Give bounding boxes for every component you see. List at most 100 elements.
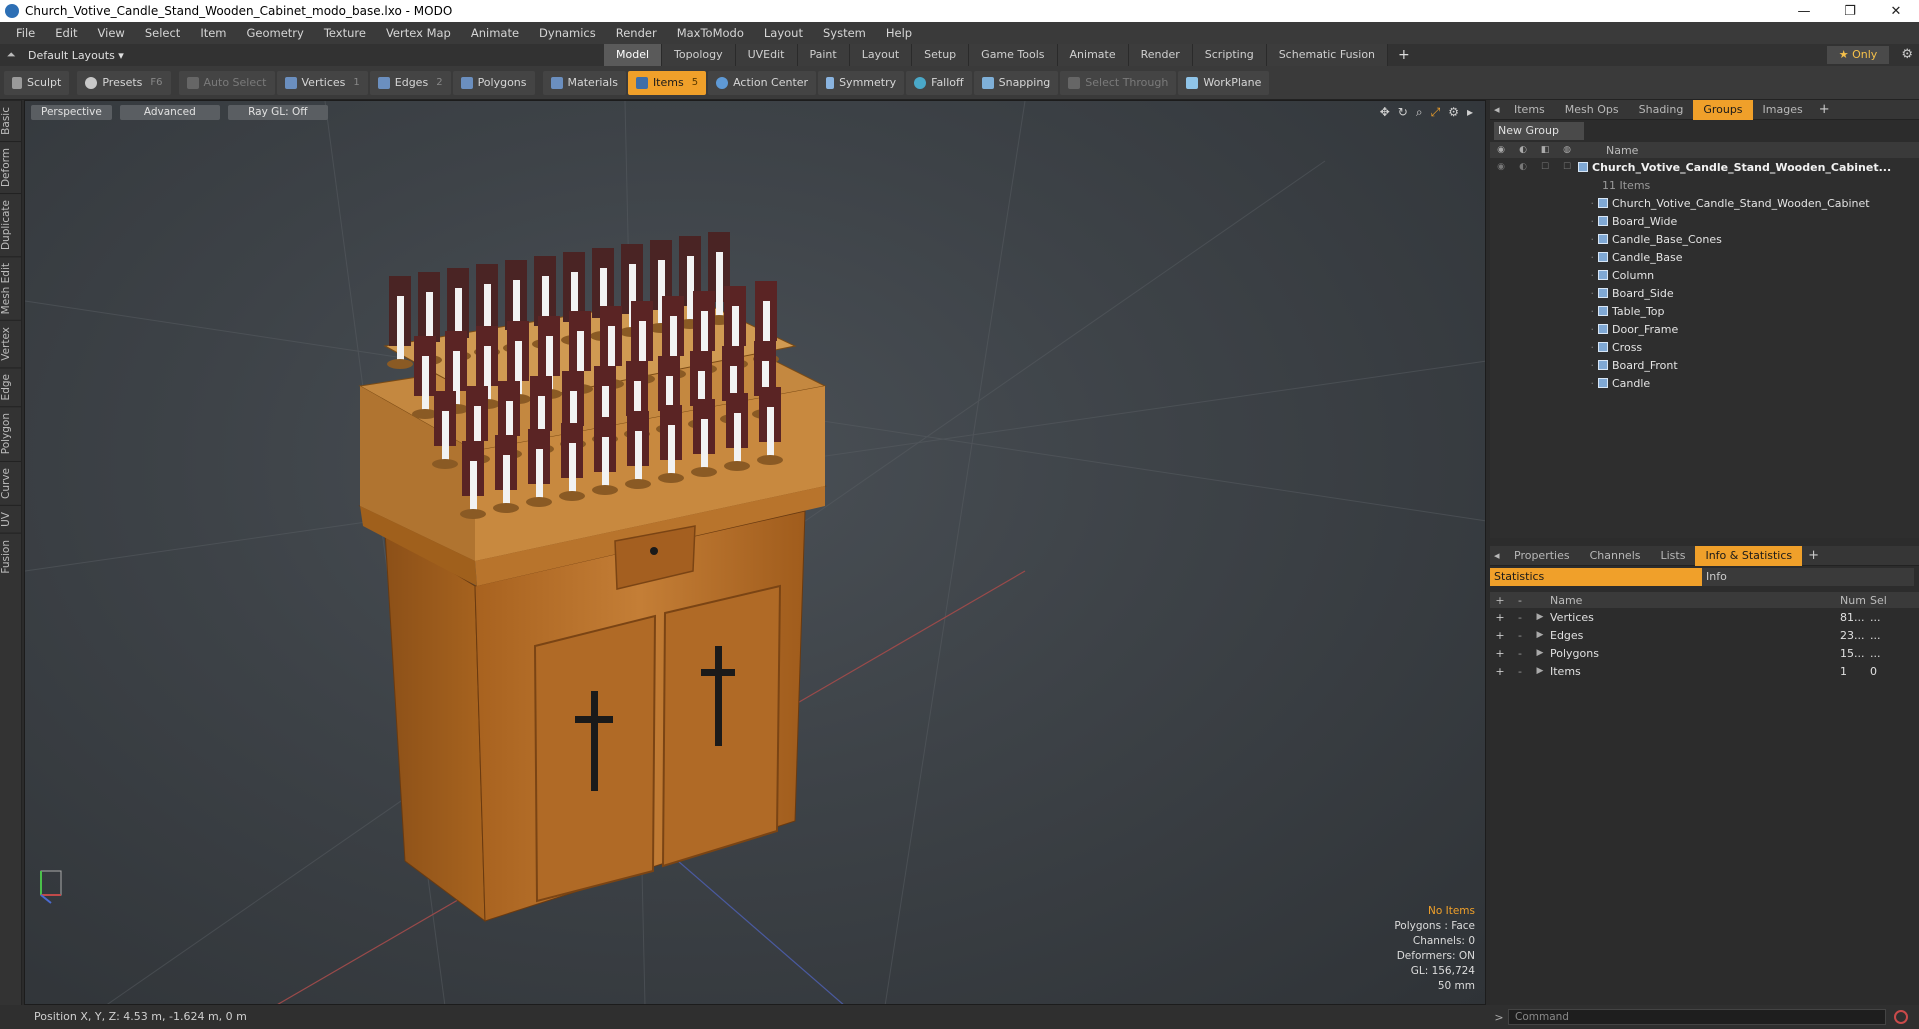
group-child-row[interactable]: · Candle_Base_Cones [1490, 230, 1919, 248]
tab-properties[interactable]: Properties [1504, 546, 1580, 566]
materials-button[interactable]: Materials [542, 70, 626, 95]
tab-layout[interactable]: Layout [849, 44, 913, 66]
falloff-button[interactable]: Falloff [906, 70, 972, 95]
menu-select[interactable]: Select [135, 26, 190, 40]
visibility-eye-icon[interactable]: ◉ [1490, 162, 1512, 172]
menu-animate[interactable]: Animate [461, 26, 529, 40]
tab-render[interactable]: Render [1128, 44, 1193, 66]
expand-arrow-icon[interactable]: ▶ [1530, 612, 1550, 622]
add-panel-tab-button[interactable]: + [1813, 102, 1836, 117]
menu-view[interactable]: View [88, 26, 135, 40]
vertices-button[interactable]: Vertices 1 [276, 70, 368, 95]
remove-icon[interactable]: - [1510, 611, 1530, 624]
menu-layout[interactable]: Layout [754, 26, 813, 40]
add-bottom-tab-button[interactable]: + [1802, 548, 1825, 563]
snapping-button[interactable]: Snapping [973, 70, 1059, 95]
add-icon[interactable]: + [1490, 647, 1510, 660]
tab-schematic-fusion[interactable]: Schematic Fusion [1266, 44, 1389, 66]
vtab-mesh-edit[interactable]: Mesh Edit [0, 255, 22, 321]
vtab-edge[interactable]: Edge [0, 366, 22, 407]
stats-row[interactable]: + - ▶ Vertices 81...... [1490, 608, 1919, 626]
layout-expand-icon[interactable]: ⏶ [0, 48, 22, 62]
menu-dynamics[interactable]: Dynamics [529, 26, 606, 40]
menu-render[interactable]: Render [606, 26, 667, 40]
tab-game-tools[interactable]: Game Tools [969, 44, 1058, 66]
tab-paint[interactable]: Paint [797, 44, 850, 66]
group-child-row[interactable]: · Board_Wide [1490, 212, 1919, 230]
presets-button[interactable]: Presets F6 [77, 70, 171, 95]
stats-row[interactable]: + - ▶ Items 1 0 [1490, 662, 1919, 680]
action-center-button[interactable]: Action Center [708, 70, 817, 95]
vtab-uv[interactable]: UV [0, 504, 22, 533]
bottom-panel-menu-icon[interactable]: ◂ [1490, 546, 1504, 566]
select-col-icon[interactable]: ◍ [1556, 145, 1578, 155]
symmetry-button[interactable]: Symmetry [818, 70, 905, 95]
group-child-row[interactable]: · Door_Frame [1490, 320, 1919, 338]
viewport-settings-icon[interactable]: ⚙ [1448, 105, 1459, 120]
tab-model[interactable]: Model [604, 44, 663, 66]
stats-row[interactable]: + - ▶ Polygons 15...... [1490, 644, 1919, 662]
tab-lists[interactable]: Lists [1651, 546, 1696, 566]
tab-groups[interactable]: Groups [1693, 99, 1753, 120]
vtab-curve[interactable]: Curve [0, 460, 22, 505]
render-icon[interactable]: ◐ [1512, 162, 1534, 172]
menu-item[interactable]: Item [190, 26, 236, 40]
group-child-row[interactable]: · Table_Top [1490, 302, 1919, 320]
add-icon[interactable]: + [1490, 611, 1510, 624]
only-toggle-button[interactable]: ★ Only [1827, 46, 1889, 64]
tab-mesh-ops[interactable]: Mesh Ops [1555, 100, 1629, 120]
panel-menu-icon[interactable]: ◂ [1490, 100, 1504, 120]
group-child-row[interactable]: · Candle_Base [1490, 248, 1919, 266]
menu-system[interactable]: System [813, 26, 876, 40]
vtab-polygon[interactable]: Polygon [0, 406, 22, 461]
expand-arrow-icon[interactable]: ▶ [1530, 666, 1550, 676]
remove-icon[interactable]: - [1510, 647, 1530, 660]
maximize-button[interactable]: ❐ [1827, 0, 1873, 22]
add-icon[interactable]: + [1490, 665, 1510, 678]
render-col-icon[interactable]: ◐ [1512, 145, 1534, 155]
group-child-row[interactable]: · Board_Front [1490, 356, 1919, 374]
menu-geometry[interactable]: Geometry [237, 26, 314, 40]
view-mode-button[interactable]: Perspective [31, 105, 112, 120]
shading-mode-button[interactable]: Advanced [119, 105, 220, 120]
add-icon[interactable]: + [1490, 629, 1510, 642]
raygl-button[interactable]: Ray GL: Off [227, 105, 328, 120]
workplane-button[interactable]: WorkPlane [1178, 70, 1270, 95]
tab-uvedit[interactable]: UVEdit [735, 44, 798, 66]
select-through-button[interactable]: Select Through [1060, 70, 1177, 95]
tab-scripting[interactable]: Scripting [1192, 44, 1267, 66]
group-child-row[interactable]: · Board_Side [1490, 284, 1919, 302]
rotate-icon[interactable]: ↻ [1398, 105, 1408, 120]
tab-channels[interactable]: Channels [1580, 546, 1651, 566]
sculpt-button[interactable]: Sculpt [4, 70, 70, 95]
new-group-button[interactable]: New Group [1494, 122, 1584, 140]
command-input[interactable]: Command [1508, 1009, 1886, 1025]
tab-setup[interactable]: Setup [912, 44, 970, 66]
vtab-duplicate[interactable]: Duplicate [0, 192, 22, 256]
pan-icon[interactable]: ✥ [1380, 105, 1390, 120]
gear-icon[interactable]: ⚙ [1901, 44, 1913, 66]
vtab-vertex[interactable]: Vertex [0, 320, 22, 367]
tab-topology[interactable]: Topology [662, 44, 736, 66]
tab-info-statistics[interactable]: Info & Statistics [1695, 545, 1803, 566]
menu-maxtomodo[interactable]: MaxToModo [667, 26, 754, 40]
viewport-menu-icon[interactable]: ▸ [1467, 105, 1473, 120]
minimize-button[interactable]: — [1781, 0, 1827, 22]
expand-arrow-icon[interactable]: ▶ [1530, 630, 1550, 640]
close-button[interactable]: ✕ [1873, 0, 1919, 22]
group-root-row[interactable]: ◉ ◐ ☐ ☐ Church_Votive_Candle_Stand_Wooden_C… [1490, 158, 1919, 176]
tab-shading[interactable]: Shading [1629, 100, 1694, 120]
select-box-icon[interactable]: ☐ [1556, 162, 1578, 172]
fit-icon[interactable]: ⤢ [1431, 105, 1441, 120]
items-button[interactable]: Items 5 [627, 70, 707, 95]
tab-animate[interactable]: Animate [1057, 44, 1129, 66]
collapse-all-icon[interactable]: - [1510, 594, 1530, 607]
info-tab[interactable]: Info [1702, 568, 1914, 586]
tab-items[interactable]: Items [1504, 100, 1555, 120]
polygons-button[interactable]: Polygons [452, 70, 535, 95]
group-child-row[interactable]: · Candle [1490, 374, 1919, 392]
statistics-tab[interactable]: Statistics [1490, 568, 1702, 586]
menu-texture[interactable]: Texture [314, 26, 376, 40]
vtab-deform[interactable]: Deform [0, 140, 22, 193]
record-macro-icon[interactable] [1894, 1010, 1908, 1024]
